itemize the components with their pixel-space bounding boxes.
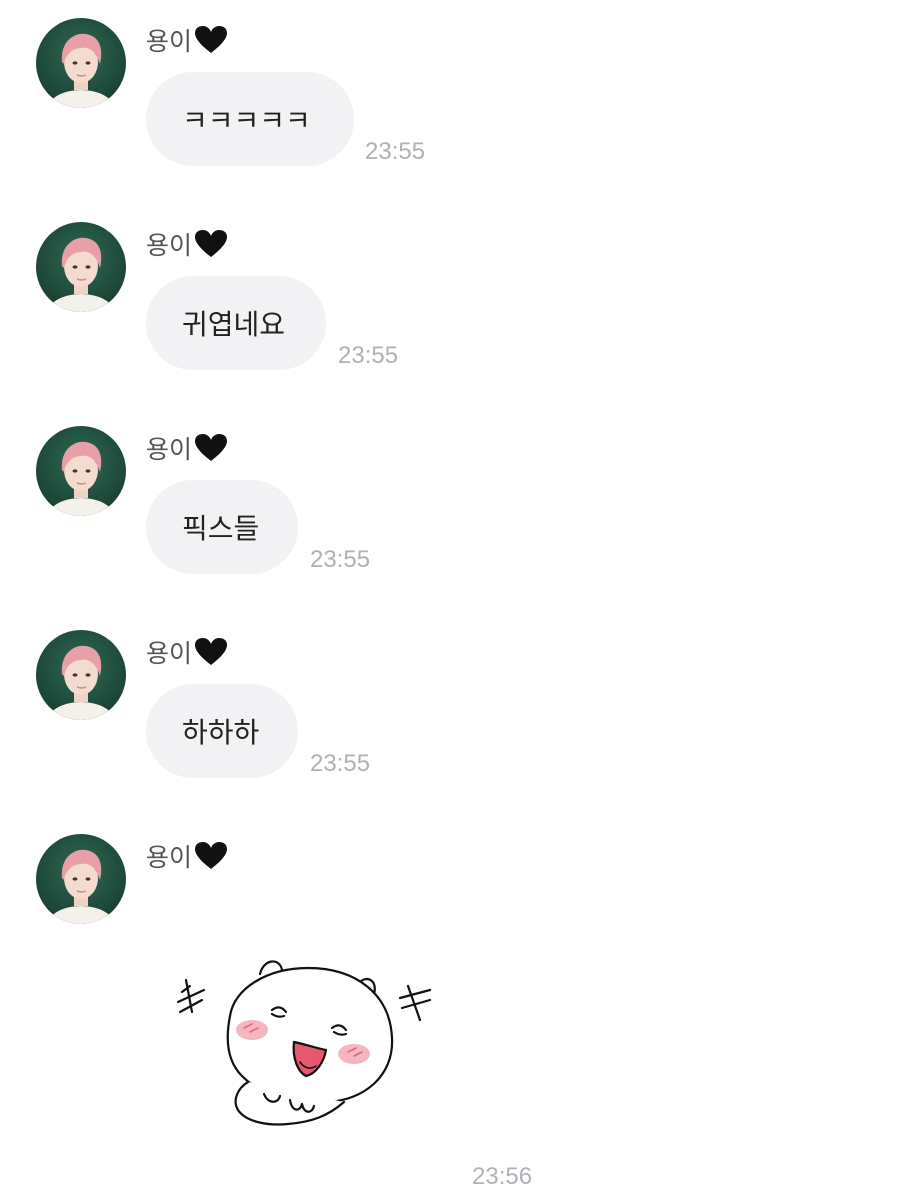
avatar[interactable]: [36, 834, 126, 924]
message-bubble[interactable]: 픽스들: [146, 480, 298, 574]
avatar[interactable]: [36, 18, 126, 108]
message-timestamp: 23:55: [310, 750, 371, 777]
message-timestamp: 23:55: [310, 546, 371, 573]
laughing-hamster-sticker[interactable]: [168, 950, 448, 1140]
message-text: 귀엽네요: [182, 308, 286, 341]
sender-name: 용이: [146, 226, 228, 262]
message-bubble[interactable]: 하하하: [146, 684, 298, 778]
black-heart-icon: [194, 229, 228, 259]
sender-name-text: 용이: [146, 231, 193, 260]
sticker-timestamp: 23:56: [472, 1163, 533, 1190]
message-bubble[interactable]: 귀엽네요: [146, 276, 326, 370]
sender-name-text: 용이: [146, 27, 193, 56]
black-heart-icon: [194, 433, 228, 463]
sender-name: 용이: [146, 838, 228, 874]
sender-name: 용이: [146, 430, 228, 466]
message-timestamp: 23:55: [365, 138, 426, 165]
black-heart-icon: [194, 25, 228, 55]
message-bubble[interactable]: ㅋㅋㅋㅋㅋ: [146, 72, 354, 166]
message-text: 하하하: [182, 716, 260, 749]
sender-name: 용이: [146, 22, 228, 58]
message-text: ㅋㅋㅋㅋㅋ: [182, 104, 311, 137]
avatar[interactable]: [36, 222, 126, 312]
sender-name-text: 용이: [146, 435, 193, 464]
black-heart-icon: [194, 841, 228, 871]
message-timestamp: 23:55: [338, 342, 399, 369]
avatar[interactable]: [36, 426, 126, 516]
avatar[interactable]: [36, 630, 126, 720]
sender-name-text: 용이: [146, 843, 193, 872]
black-heart-icon: [194, 637, 228, 667]
message-text: 픽스들: [182, 512, 260, 545]
sender-name: 용이: [146, 634, 228, 670]
sender-name-text: 용이: [146, 639, 193, 668]
